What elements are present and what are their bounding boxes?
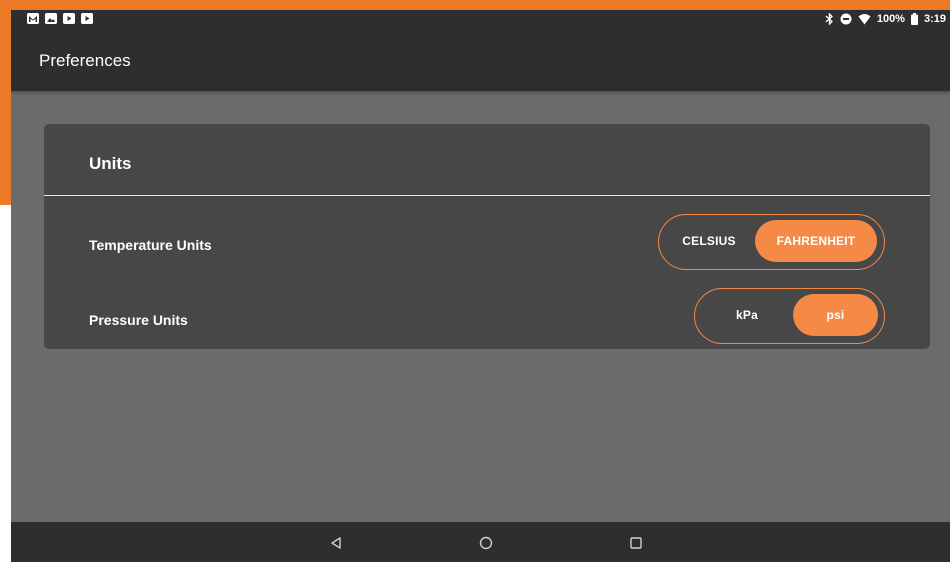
do-not-disturb-icon: [840, 13, 852, 25]
clock: 3:19: [923, 13, 946, 25]
pressure-units-toggle: kPa psi: [694, 288, 885, 344]
app-bar: Preferences: [11, 31, 950, 91]
frame-orange-left: [0, 0, 11, 205]
bluetooth-icon: [825, 13, 834, 25]
fahrenheit-option[interactable]: FAHRENHEIT: [755, 220, 877, 262]
frame-orange-top: [0, 0, 950, 10]
temperature-units-toggle: CELSIUS FAHRENHEIT: [658, 214, 885, 270]
units-card-title: Units: [89, 154, 132, 173]
celsius-option[interactable]: CELSIUS: [671, 220, 747, 262]
divider: [44, 195, 930, 196]
youtube-icon: [81, 13, 93, 24]
units-card: Units Temperature Units CELSIUS FAHRENHE…: [44, 124, 930, 349]
battery-percent: 100%: [876, 13, 905, 25]
device-screen: 100% 3:19 Preferences Units Temperature …: [11, 10, 950, 562]
recents-icon[interactable]: [627, 534, 645, 552]
system-status: 100% 3:19: [825, 13, 946, 25]
pressure-units-label: Pressure Units: [89, 312, 188, 328]
back-icon[interactable]: [327, 534, 345, 552]
psi-option[interactable]: psi: [793, 294, 878, 336]
page-title: Preferences: [39, 51, 131, 70]
navigation-bar: [11, 522, 950, 562]
home-icon[interactable]: [477, 534, 495, 552]
image-icon: [45, 13, 57, 24]
notification-icons: [27, 13, 93, 24]
temperature-units-label: Temperature Units: [89, 237, 212, 253]
wifi-icon: [858, 13, 871, 25]
youtube-icon: [63, 13, 75, 24]
gmail-icon: [27, 13, 39, 24]
battery-icon: [910, 13, 918, 25]
status-bar: 100% 3:19: [11, 10, 950, 31]
kpa-option[interactable]: kPa: [709, 294, 785, 336]
